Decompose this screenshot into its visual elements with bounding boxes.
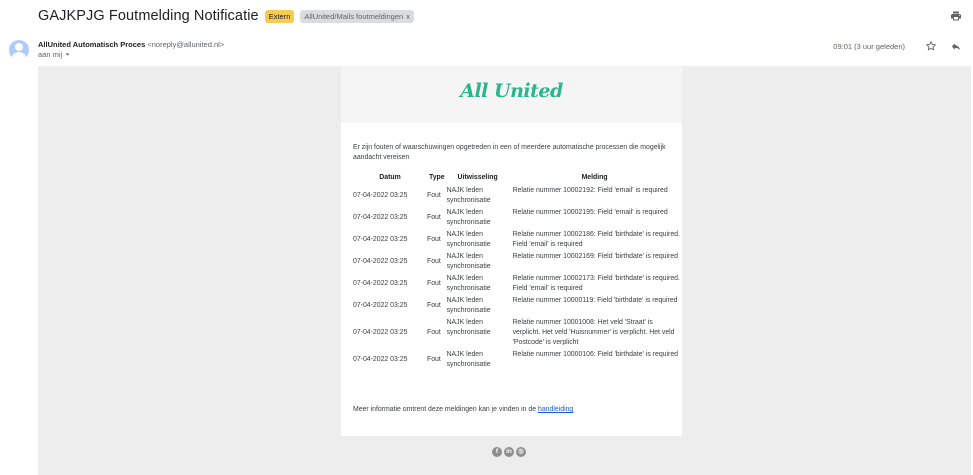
table-row: 07-04-2022 03:25 Fout NAJK leden synchro… (353, 273, 681, 295)
cell-exchange: NAJK leden synchronisatie (446, 297, 491, 314)
received-time: 09:01 (3 uur geleden) (833, 42, 905, 51)
cell-type: Fout (427, 302, 441, 309)
cell-message: Relatie nummer 10002173: Field 'birthdat… (512, 275, 680, 292)
cell-type: Fout (427, 214, 441, 221)
avatar-body (12, 52, 26, 60)
cell-type: Fout (427, 280, 441, 287)
linkedin-icon[interactable]: in (504, 447, 514, 457)
cell-message: Relatie nummer 10000106: Field 'birthdat… (512, 351, 678, 358)
chevron-down-icon[interactable] (64, 51, 71, 58)
sender-name[interactable]: AllUnited Automatisch Proces (38, 40, 145, 49)
sender-email: <noreply@allunited.nl> (147, 40, 225, 49)
cell-message: Relatie nummer 10002169: Field 'birthdat… (512, 253, 678, 260)
cell-exchange: NAJK leden synchronisatie (446, 253, 491, 270)
facebook-icon[interactable]: f (492, 447, 502, 457)
social-icons: f in ◎ (492, 447, 526, 457)
column-header: Type (429, 174, 445, 181)
avatar-head (15, 43, 23, 51)
cell-exchange: NAJK leden synchronisatie (446, 187, 491, 204)
cell-message: Relatie nummer 10001008: Het veld 'Straa… (512, 319, 675, 346)
cell-type: Fout (427, 258, 441, 265)
manual-link[interactable]: handleiding (538, 406, 573, 413)
cell-date: 07-04-2022 03:25 (353, 192, 408, 199)
table-row: 07-04-2022 03:25 Fout NAJK leden synchro… (353, 295, 681, 317)
cell-type: Fout (427, 236, 441, 243)
cell-type: Fout (427, 192, 441, 199)
reply-icon[interactable] (950, 41, 962, 52)
notifications-table: Datum Type Uitwisseling Melding 07-04-20… (353, 173, 681, 371)
instagram-icon[interactable]: ◎ (516, 447, 526, 457)
cell-exchange: NAJK leden synchronisatie (446, 275, 491, 292)
column-header: Melding (581, 174, 608, 181)
cell-exchange: NAJK leden synchronisatie (446, 209, 491, 226)
table-header-row: Datum Type Uitwisseling Melding (353, 173, 681, 185)
cell-date: 07-04-2022 03:25 (353, 214, 408, 221)
subject-row: GAJKPJG Foutmelding Notificatie Extern A… (38, 6, 414, 26)
column-header: Datum (379, 174, 401, 181)
star-icon[interactable] (925, 40, 937, 52)
cell-message: Relatie nummer 10002192: Field 'email' i… (512, 187, 668, 194)
extern-badge[interactable]: Extern (264, 9, 295, 23)
more-info-label: Meer informatie omtrent deze meldingen k… (353, 406, 539, 413)
cell-date: 07-04-2022 03:25 (353, 236, 408, 243)
folder-label-chip[interactable]: AllUnited/Mails foutmeldingen x (300, 9, 414, 23)
cell-date: 07-04-2022 03:25 (353, 356, 408, 363)
cell-exchange: NAJK leden synchronisatie (446, 351, 491, 368)
table-row: 07-04-2022 03:25 Fout NAJK leden synchro… (353, 185, 681, 207)
cell-date: 07-04-2022 03:25 (353, 280, 408, 287)
table-row: 07-04-2022 03:25 Fout NAJK leden synchro… (353, 207, 681, 229)
cell-date: 07-04-2022 03:25 (353, 329, 408, 336)
cell-date: 07-04-2022 03:25 (353, 302, 408, 309)
recipient-text: aan mij (38, 50, 63, 59)
column-header: Uitwisseling (457, 174, 498, 181)
intro-text: Er zijn fouten of waarschuwingen opgetre… (353, 144, 666, 161)
table-row: 07-04-2022 03:25 Fout NAJK leden synchro… (353, 251, 681, 273)
cell-message: Relatie nummer 10002195: Field 'email' i… (512, 209, 668, 216)
table-row: 07-04-2022 03:25 Fout NAJK leden synchro… (353, 317, 681, 349)
sender-avatar[interactable] (9, 40, 29, 60)
cell-type: Fout (427, 356, 441, 363)
cell-message: Relatie nummer 10000119: Field 'birthdat… (512, 297, 678, 304)
more-info-text: Meer informatie omtrent deze meldingen k… (353, 406, 573, 413)
cell-exchange: NAJK leden synchronisatie (446, 231, 491, 248)
remove-label-icon[interactable]: x (406, 12, 410, 21)
sender-line: AllUnited Automatisch Proces <noreply@al… (38, 40, 224, 49)
cell-type: Fout (427, 329, 441, 336)
email-body-frame: All United Er zijn fouten of waarschuwin… (38, 66, 971, 475)
cell-exchange: NAJK leden synchronisatie (446, 319, 491, 336)
email-content-card: Er zijn fouten of waarschuwingen opgetre… (341, 123, 682, 436)
table-row: 07-04-2022 03:25 Fout NAJK leden synchro… (353, 349, 681, 371)
allunited-logo: All United (460, 80, 563, 102)
cell-date: 07-04-2022 03:25 (353, 258, 408, 265)
table-row: 07-04-2022 03:25 Fout NAJK leden synchro… (353, 229, 681, 251)
recipient-line[interactable]: aan mij (38, 50, 71, 59)
folder-label-text: AllUnited/Mails foutmeldingen (304, 11, 404, 21)
email-subject: GAJKPJG Foutmelding Notificatie (38, 8, 259, 24)
cell-message: Relatie nummer 10002186: Field 'birthdat… (512, 231, 680, 248)
print-icon[interactable] (950, 10, 962, 22)
email-header-banner: All United (341, 66, 682, 123)
